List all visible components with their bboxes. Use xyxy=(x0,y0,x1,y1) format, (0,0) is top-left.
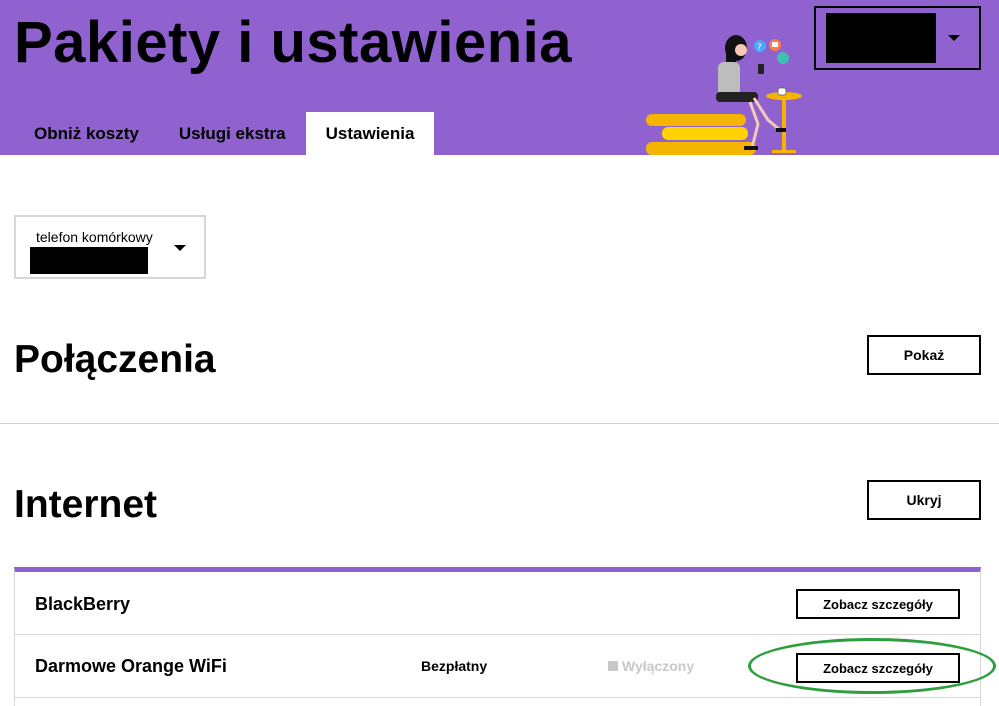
table-row: Darmowe Orange WiFi Bezpłatny Wyłączony … xyxy=(15,635,980,698)
service-price: Bezpłatny xyxy=(421,658,488,674)
section-divider xyxy=(0,423,999,424)
account-name-redacted xyxy=(826,13,936,63)
header-banner: Pakiety i ustawienia Obniż koszty Usługi… xyxy=(0,0,999,155)
section-title-internet: Internet xyxy=(14,483,158,526)
service-status: Wyłączony xyxy=(608,658,694,674)
view-details-button[interactable]: Zobacz szczegóły xyxy=(796,589,960,619)
table-row: BlackBerry Zobacz szczegóły xyxy=(15,572,980,635)
chevron-down-icon xyxy=(174,245,186,251)
service-name: Darmowe Orange WiFi xyxy=(35,656,227,676)
phone-number-redacted xyxy=(30,247,148,274)
section-title-connections: Połączenia xyxy=(14,338,216,381)
status-off-indicator-icon xyxy=(608,661,618,671)
tab-reduce-costs[interactable]: Obniż koszty xyxy=(14,112,159,155)
page-title: Pakiety i ustawienia xyxy=(14,10,573,75)
tab-settings[interactable]: Ustawienia xyxy=(305,112,435,155)
hide-internet-button[interactable]: Ukryj xyxy=(867,480,981,520)
tab-extra-services[interactable]: Usługi ekstra xyxy=(159,112,306,155)
phone-select-label: telefon komórkowy xyxy=(36,229,153,245)
view-details-button[interactable]: Zobacz szczegóły xyxy=(796,653,960,683)
woman-on-bench-illustration: ? xyxy=(646,35,802,155)
chevron-down-icon xyxy=(948,35,960,41)
account-menu[interactable] xyxy=(814,6,981,70)
service-name: BlackBerry xyxy=(35,594,131,614)
phone-number-select[interactable]: telefon komórkowy xyxy=(14,215,206,279)
tab-bar: Obniż koszty Usługi ekstra Ustawienia xyxy=(14,112,435,155)
show-connections-button[interactable]: Pokaż xyxy=(867,335,981,375)
svg-text:?: ? xyxy=(757,43,762,53)
internet-services-table: BlackBerry Zobacz szczegóły Darmowe Oran… xyxy=(14,567,981,706)
service-status-label: Wyłączony xyxy=(622,658,695,674)
